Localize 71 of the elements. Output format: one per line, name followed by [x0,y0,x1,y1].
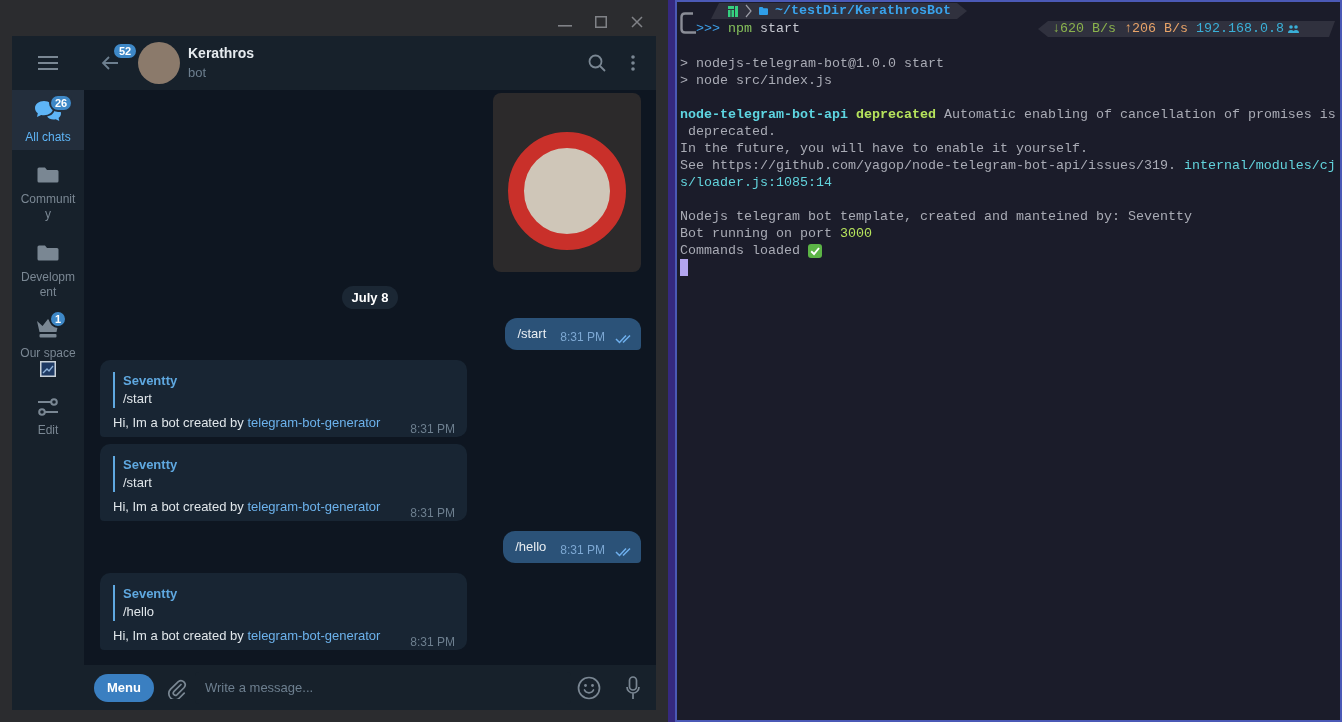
reply-text: /start [123,390,153,408]
terminal-line: deprecated. [687,123,776,140]
menu-button[interactable]: Menu [94,673,154,702]
folder-icon [37,167,59,183]
chevron-icon [745,4,752,18]
reply-author: Seventty [123,585,179,603]
folder-tab[interactable]: 26 All chats [12,90,84,150]
terminal-line: > node src/index.js [680,72,832,89]
folder-icon [37,245,59,261]
reply-author: Seventty [123,372,179,390]
message-composer[interactable]: Menu Write a message... [84,665,656,710]
search-icon [588,54,606,72]
upload-rate: ↑206 B/s [1124,21,1188,37]
menu-icon [38,56,58,70]
message-text: /start [517,325,547,343]
more-icon [631,55,635,71]
link[interactable]: telegram-bot-generator [247,499,381,514]
reply-text: /hello [123,603,156,621]
minimize-icon [558,25,572,27]
download-rate: ↓620 B/s [1052,21,1116,37]
message-time: 8:31 PM [410,635,455,649]
terminal-line: Nodejs telegram bot template, created and manteined by: Seventty [680,208,1192,225]
terminal-line: node-telegram-bot-api deprecated Automatic enabling of cancellation of promises is [680,106,1336,123]
check-emoji-icon [808,243,822,258]
message-text: Hi, Im a bot created by telegram-bot-generator [113,498,381,516]
smiley-icon [577,675,601,700]
arrow-left-icon [101,56,119,70]
link[interactable]: telegram-bot-generator [247,628,381,643]
message-text: Hi, Im a bot created by telegram-bot-generator [113,414,381,432]
terminal-line: Commands loaded [680,242,800,259]
message-time: 8:31 PM [410,422,455,436]
reply-author: Seventty [123,456,179,474]
argument-text: start [760,20,800,38]
microphone-icon [626,675,640,700]
folder-tab[interactable]: Edit [12,377,84,442]
message-time: 8:31 PM [560,329,605,345]
prompt-bracket-icon [680,12,696,34]
folder-tab[interactable]: Development [12,228,84,306]
command-text: npm [728,20,752,38]
terminal-line: See https://github.com/yagop/node-telegram-bot-api/issues/319. internal/modules/cj [680,157,1336,174]
sliders-icon [37,398,59,416]
close-icon [631,16,643,28]
unread-badge: 26 [49,94,74,112]
emoji-button[interactable] [577,675,601,700]
terminal-line: s/loader.js:1085:14 [680,174,832,191]
folder-tab[interactable]: 1 Our space [12,306,84,361]
terminal-line: Bot running on port 3000 [680,225,872,242]
message-time: 8:31 PM [410,506,455,520]
link[interactable]: telegram-bot-generator [247,415,381,430]
folder-tab[interactable]: Community [12,150,84,228]
users-icon [1288,25,1299,33]
picture-icon [40,361,56,377]
unread-badge: 52 [112,42,139,60]
chat-title: Kerathros [188,44,255,63]
terminal-line: > nodejs-telegram-bot@1.0.0 start [680,55,944,72]
prompt-path: ~/testDir/KerathrosBot [775,3,951,19]
prompt-arrows: >>> [696,20,720,38]
message-text: /hello [515,538,547,556]
logo-icon [728,5,738,17]
unread-badge: 1 [49,310,68,328]
reply-text: /start [123,474,153,492]
chat-status: bot [188,64,208,82]
terminal-line: In the future, you will have to enable it yourself. [680,140,1088,157]
message-text: Hi, Im a bot created by telegram-bot-generator [113,627,381,645]
folder-icon [759,7,768,15]
avatar [138,42,180,84]
ip-address: 192.168.0.8 [1196,21,1284,37]
date-pill: July 8 [341,286,399,309]
microphone-button[interactable] [626,675,640,700]
maximize-icon [595,16,607,28]
message-time: 8:31 PM [560,542,605,558]
